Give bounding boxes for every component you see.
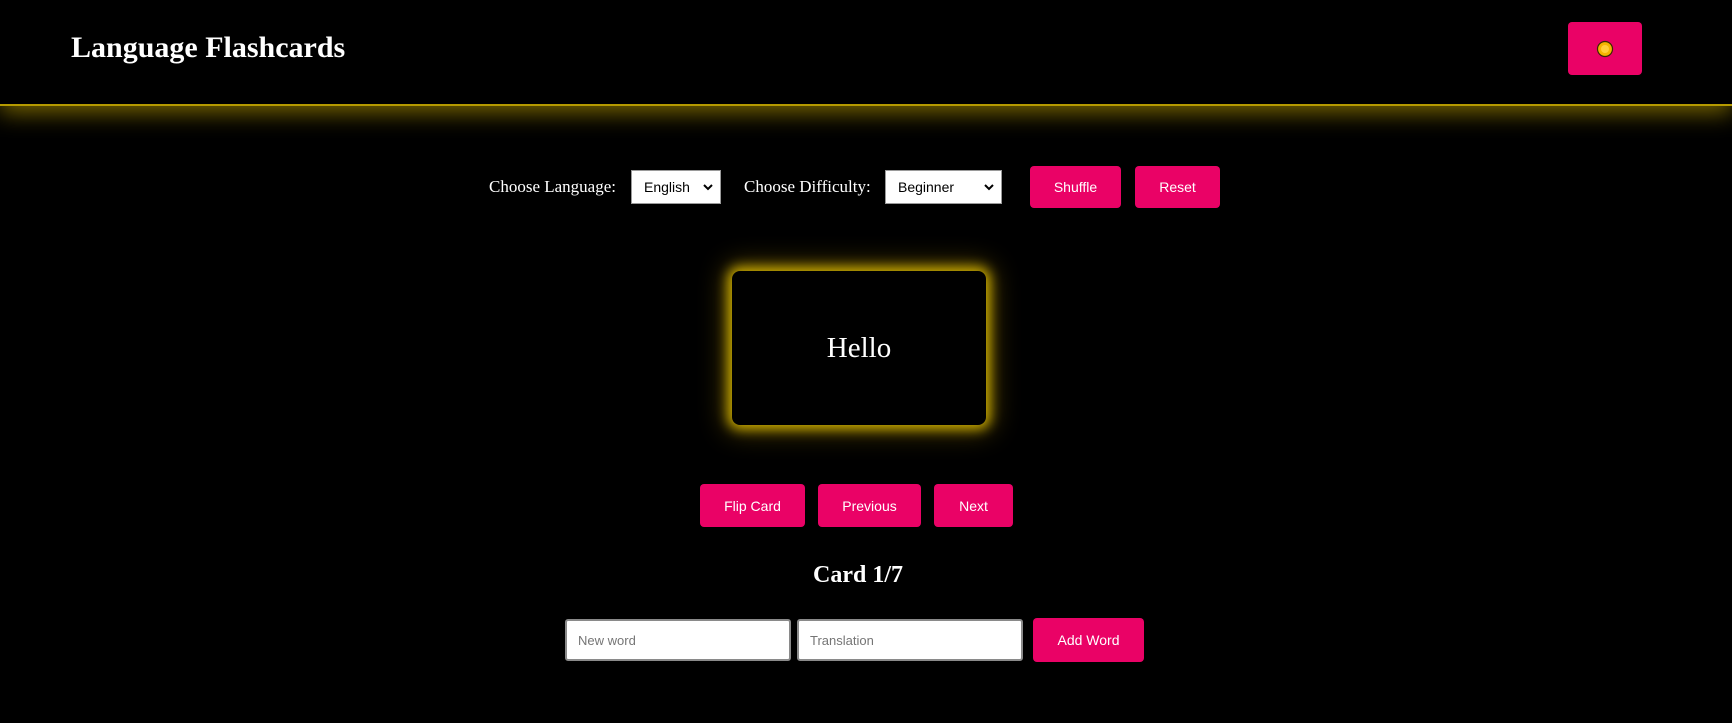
language-label: Choose Language:: [489, 177, 616, 196]
previous-button[interactable]: Previous: [818, 484, 921, 527]
theme-toggle-button[interactable]: [1568, 22, 1642, 75]
new-word-input[interactable]: [565, 619, 791, 661]
chevron-down-icon: [703, 184, 713, 191]
shuffle-button[interactable]: Shuffle: [1030, 166, 1121, 208]
language-select-value: English: [644, 179, 690, 195]
language-select[interactable]: English: [631, 170, 721, 204]
difficulty-label: Choose Difficulty:: [744, 177, 871, 196]
difficulty-select[interactable]: Beginner: [885, 170, 1002, 204]
flashcard[interactable]: Hello: [732, 271, 986, 425]
flip-card-button[interactable]: Flip Card: [700, 484, 805, 527]
flashcard-word: Hello: [826, 331, 892, 364]
reset-button[interactable]: Reset: [1135, 166, 1220, 208]
chevron-down-icon: [984, 184, 994, 191]
app-header: Language Flashcards: [0, 0, 1732, 106]
sun-icon: [1596, 40, 1614, 57]
translation-input[interactable]: [797, 619, 1023, 661]
next-button[interactable]: Next: [934, 484, 1013, 527]
add-word-button[interactable]: Add Word: [1033, 618, 1144, 662]
difficulty-select-value: Beginner: [898, 179, 955, 195]
app-title: Language Flashcards: [71, 31, 346, 64]
card-counter: Card 1/7: [813, 562, 903, 588]
